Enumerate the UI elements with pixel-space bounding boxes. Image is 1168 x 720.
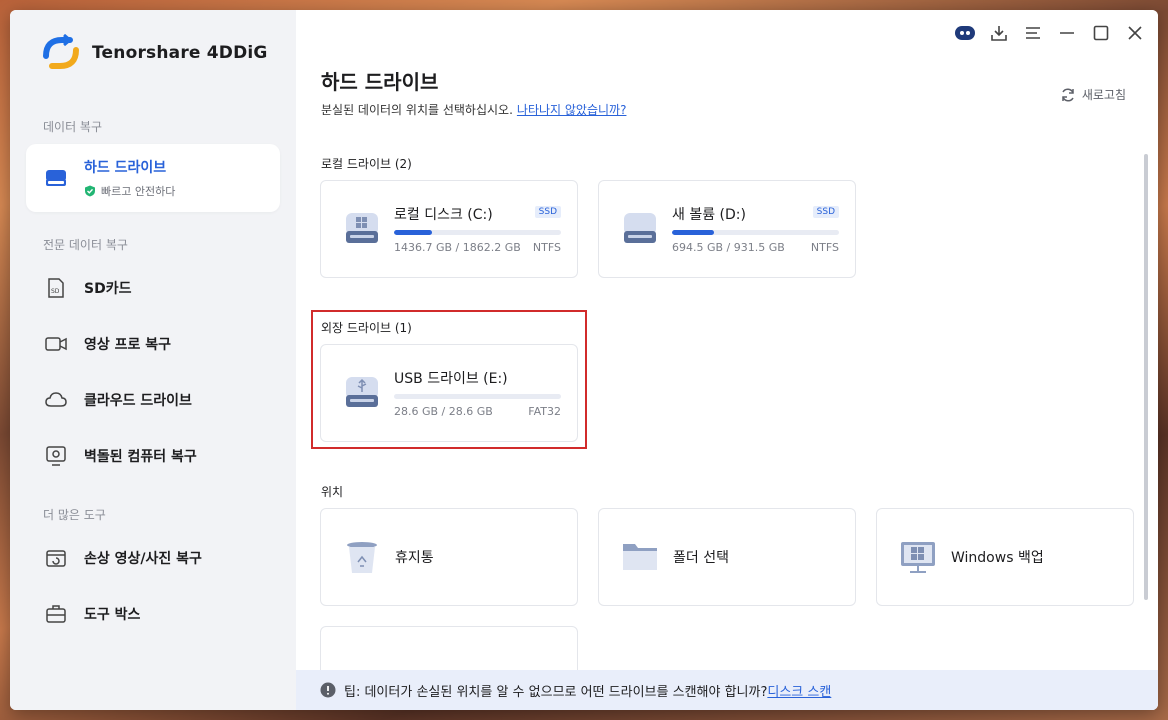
drive-name: 새 볼륨 (D:) — [672, 207, 746, 223]
cloud-icon — [45, 392, 67, 407]
hard-drive-icon — [46, 170, 66, 186]
drive-filesystem: NTFS — [810, 241, 839, 254]
usage-bar — [394, 230, 561, 235]
local-drives-label: 로컬 드라이브 (2) — [321, 157, 412, 171]
windows-drive-icon — [346, 213, 378, 243]
section-label-recover: 데이터 복구 — [43, 120, 103, 134]
tip-text: 팁: 데이터가 손실된 위치를 알 수 없으므로 어떤 드라이브를 스캔해야 합… — [344, 681, 831, 700]
shield-check-icon — [85, 185, 95, 197]
windows-backup-icon — [901, 542, 935, 573]
maximize-icon — [1093, 25, 1109, 41]
sidebar-item-label: 손상 영상/사진 복구 — [84, 551, 202, 567]
sidebar-item-label: 벽돌된 컴퓨터 복구 — [84, 449, 197, 465]
drive-name: USB 드라이브 (E:) — [394, 371, 508, 387]
drive-filesystem: NTFS — [532, 241, 561, 254]
drive-size: 694.5 GB / 931.5 GB — [672, 241, 785, 254]
sd-card-icon: SD — [48, 278, 64, 298]
sidebar: Tenorshare 4DDiG 데이터 복구 하드 드라이브 빠르고 안전하다 — [10, 10, 296, 710]
section-label-pro: 전문 데이터 복구 — [43, 238, 128, 252]
drive-card-d[interactable]: 새 볼륨 (D:) SSD 694.5 GB / 931.5 GB NTFS — [598, 180, 856, 278]
info-icon — [320, 682, 336, 698]
usb-drive-icon — [346, 377, 378, 407]
ssd-tag: SSD — [812, 206, 839, 218]
app-logo-icon — [43, 34, 79, 69]
assistant-bot-button[interactable] — [954, 22, 976, 44]
location-label-text: 폴더 선택 — [673, 550, 729, 566]
section-label-tools: 더 많은 도구 — [43, 508, 106, 522]
ssd-tag: SSD — [534, 206, 561, 218]
download-button[interactable] — [988, 22, 1010, 44]
download-icon — [991, 26, 1007, 41]
minimize-icon — [1060, 32, 1074, 34]
not-found-link[interactable]: 나타나지 않았습니까? — [517, 103, 627, 117]
app-name: Tenorshare 4DDiG — [92, 43, 268, 63]
tip-bar: 팁: 데이터가 손실된 위치를 알 수 없으므로 어떤 드라이브를 스캔해야 합… — [296, 670, 1158, 710]
title-bar-controls — [954, 22, 1146, 44]
location-label-text: 휴지통 — [395, 550, 434, 566]
tip-message: 팁: 데이터가 손실된 위치를 알 수 없으므로 어떤 드라이브를 스캔해야 합… — [344, 684, 768, 700]
drive-card-e[interactable]: USB 드라이브 (E:) 28.6 GB / 28.6 GB FAT32 — [320, 344, 578, 442]
sidebar-item-media-repair[interactable]: 손상 영상/사진 복구 — [26, 532, 280, 584]
usage-bar — [394, 394, 561, 399]
media-repair-icon — [46, 550, 66, 567]
drive-card-c[interactable]: 로컬 디스크 (C:) SSD 1436.7 GB / 1862.2 GB NT… — [320, 180, 578, 278]
usage-bar-fill — [394, 230, 433, 235]
scrollbar[interactable] — [1144, 154, 1148, 600]
svg-text:SD: SD — [51, 288, 60, 295]
robot-icon — [955, 26, 975, 40]
page-title: 하드 드라이브 — [321, 70, 439, 94]
refresh-icon — [1062, 87, 1074, 102]
drive-size: 28.6 GB / 28.6 GB — [394, 405, 493, 418]
sidebar-item-hard-drive[interactable]: 하드 드라이브 빠르고 안전하다 — [26, 144, 280, 212]
refresh-label: 새로고침 — [1081, 88, 1126, 102]
sidebar-item-toolbox[interactable]: 도구 박스 — [26, 588, 280, 640]
brand: Tenorshare 4DDiG — [40, 34, 268, 72]
location-label-text: Windows 백업 — [951, 550, 1044, 566]
sidebar-item-label: 도구 박스 — [84, 607, 141, 623]
location-label: 위치 — [321, 485, 344, 499]
refresh-button[interactable]: 새로고침 — [1060, 86, 1126, 103]
computer-repair-icon — [46, 446, 66, 466]
main-panel: 하드 드라이브 분실된 데이터의 위치를 선택하십시오. 나타나지 않았습니까? … — [296, 10, 1158, 710]
drive-size: 1436.7 GB / 1862.2 GB — [394, 241, 521, 254]
drive-name: 로컬 디스크 (C:) — [394, 207, 493, 223]
minimize-button[interactable] — [1056, 22, 1078, 44]
sidebar-item-sd-card[interactable]: SD SD카드 — [26, 262, 280, 314]
sidebar-item-cloud-drive[interactable]: 클라우드 드라이브 — [26, 374, 280, 426]
location-recycle-bin[interactable]: 휴지통 — [320, 508, 578, 606]
sidebar-item-label: 클라우드 드라이브 — [84, 393, 192, 409]
sidebar-item-label: 영상 프로 복구 — [84, 337, 172, 353]
disk-scan-link[interactable]: 디스크 스캔 — [767, 685, 831, 700]
close-button[interactable] — [1124, 22, 1146, 44]
hard-drive-icon — [624, 213, 656, 243]
close-icon — [1128, 26, 1142, 40]
app-window: Tenorshare 4DDiG 데이터 복구 하드 드라이브 빠르고 안전하다 — [10, 10, 1158, 710]
external-drives-label: 외장 드라이브 (1) — [321, 321, 412, 335]
folder-icon — [623, 544, 657, 570]
sidebar-item-label: 하드 드라이브 — [84, 160, 167, 176]
usage-bar-fill — [672, 230, 714, 235]
location-windows-backup[interactable]: Windows 백업 — [876, 508, 1134, 606]
sidebar-item-bricked-computer[interactable]: 벽돌된 컴퓨터 복구 — [26, 430, 280, 482]
usage-bar — [672, 230, 839, 235]
page-description: 분실된 데이터의 위치를 선택하십시오. 나타나지 않았습니까? — [321, 101, 626, 118]
location-select-folder[interactable]: 폴더 선택 — [598, 508, 856, 606]
recycle-bin-icon — [347, 542, 377, 573]
drive-filesystem: FAT32 — [528, 405, 561, 418]
video-icon — [45, 337, 67, 351]
toolbox-icon — [46, 605, 66, 623]
sidebar-item-subtitle: 빠르고 안전하다 — [101, 185, 176, 198]
menu-icon — [1026, 27, 1040, 39]
sidebar-item-label: SD카드 — [84, 281, 132, 297]
maximize-button[interactable] — [1090, 22, 1112, 44]
menu-button[interactable] — [1022, 22, 1044, 44]
sidebar-item-video-pro[interactable]: 영상 프로 복구 — [26, 318, 280, 370]
description-text: 분실된 데이터의 위치를 선택하십시오. — [321, 103, 513, 117]
